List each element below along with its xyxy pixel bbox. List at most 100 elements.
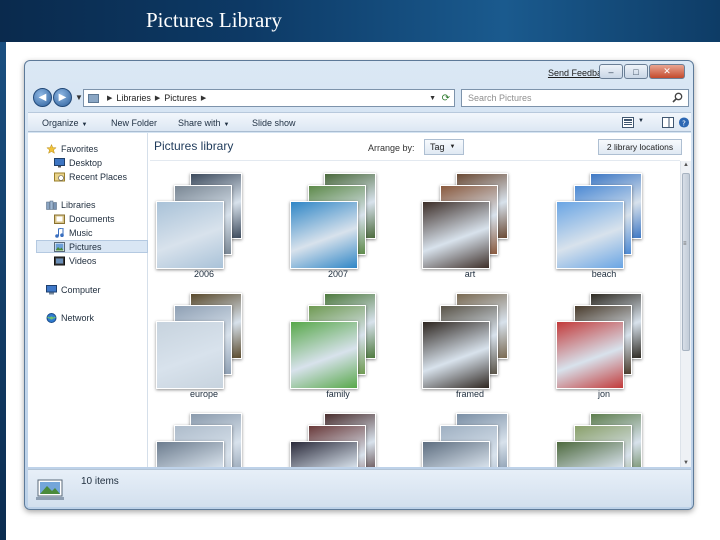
folder-label: 2006 [193, 269, 215, 279]
nav-item-libraries[interactable]: Libraries [46, 198, 146, 211]
address-bar[interactable]: ▶ Libraries ▶ Pictures ▶ ▼ ⟳ [83, 89, 455, 107]
breadcrumb-separator[interactable]: ▶ [107, 94, 112, 102]
folder-tile[interactable] [416, 413, 524, 467]
nav-label: Music [69, 227, 93, 238]
share-with-button[interactable]: Share with ▼ [178, 118, 229, 128]
photo-thumbnail [422, 201, 490, 269]
folder-tile[interactable]: 2007 [284, 173, 392, 285]
photo-thumbnail [556, 321, 624, 389]
close-button[interactable]: ✕ [649, 64, 685, 79]
slide-title: Pictures Library [146, 8, 282, 32]
folder-tile[interactable]: art [416, 173, 524, 285]
minimize-button[interactable]: – [599, 64, 623, 79]
nav-item-recent-places[interactable]: Recent Places [54, 170, 146, 183]
photo-thumbnail [156, 441, 224, 467]
navigation-pane: Favorites Desktop Recent Places Librarie… [28, 133, 148, 467]
folder-label: beach [591, 269, 617, 279]
library-locations-button[interactable]: 2 library locations [598, 139, 682, 155]
scroll-thumb[interactable] [682, 173, 690, 351]
music-icon [55, 227, 64, 238]
folder-tile[interactable] [150, 413, 258, 467]
pictures-icon [54, 241, 65, 252]
photo-thumbnail [422, 321, 490, 389]
slide-header: Pictures Library [0, 0, 720, 42]
nav-item-music[interactable]: Music [54, 226, 146, 239]
nav-item-computer[interactable]: Computer [46, 283, 146, 296]
nav-item-favorites[interactable]: Favorites [46, 142, 146, 155]
share-with-label: Share with [178, 118, 221, 128]
folder-tile[interactable]: jon [550, 293, 658, 405]
recent-places-icon [54, 172, 65, 181]
photo-thumbnail [290, 441, 358, 467]
forward-button[interactable]: ▶ [53, 88, 72, 107]
command-bar: Organize ▼ New Folder Share with ▼ Slide s… [28, 112, 691, 132]
search-icon[interactable] [672, 92, 683, 103]
refresh-icon[interactable]: ⟳ [442, 93, 450, 104]
nav-item-documents[interactable]: Documents [54, 212, 146, 225]
breadcrumb-separator[interactable]: ▶ [155, 94, 160, 102]
breadcrumb-libraries[interactable]: Libraries [116, 93, 151, 103]
nav-label: Documents [69, 213, 115, 224]
folder-label: framed [455, 389, 484, 399]
maximize-button[interactable]: □ [624, 64, 648, 79]
computer-icon [46, 284, 57, 294]
pictures-library-icon [36, 479, 64, 500]
photo-thumbnail [556, 201, 624, 269]
search-placeholder: Search Pictures [468, 93, 532, 103]
breadcrumb-separator[interactable]: ▶ [201, 94, 206, 102]
nav-label: Computer [61, 284, 101, 295]
organize-button[interactable]: Organize ▼ [42, 118, 87, 128]
chevron-down-icon: ▼ [223, 122, 230, 128]
scroll-down-arrow[interactable]: ▼ [683, 460, 689, 466]
folder-tile[interactable]: framed [416, 293, 524, 405]
breadcrumb-pictures[interactable]: Pictures [164, 93, 197, 103]
scroll-up-arrow[interactable]: ▲ [683, 162, 689, 168]
chevron-down-icon: ▼ [81, 122, 88, 128]
recent-pages-dropdown[interactable]: ▼ [75, 93, 83, 102]
view-options-icon[interactable] [622, 117, 634, 128]
folder-label: europe [189, 389, 219, 399]
arrange-by-label: Arrange by: [368, 143, 415, 153]
nav-label: Pictures [69, 241, 102, 252]
navigation-buttons: ◀ ▶ ▼ [33, 88, 83, 107]
vertical-scrollbar[interactable]: ▲ ≡ ▼ [680, 161, 691, 467]
window-controls: – □ ✕ [598, 64, 685, 79]
photo-thumbnail [156, 321, 224, 389]
photo-thumbnail [422, 441, 490, 467]
item-count: 10 items [81, 476, 119, 487]
folder-tile[interactable]: europe [150, 293, 258, 405]
photo-thumbnail [290, 321, 358, 389]
nav-item-pictures[interactable]: Pictures [36, 240, 148, 253]
file-list-pane: Pictures library Arrange by: Tag ▼ 2 lib… [150, 133, 691, 467]
folder-tile[interactable]: 2006 [150, 173, 258, 285]
nav-label: Recent Places [69, 171, 128, 182]
arrange-by-value: Tag [430, 142, 445, 152]
help-icon[interactable]: ? [678, 117, 690, 128]
search-input[interactable]: Search Pictures [461, 89, 689, 107]
back-button[interactable]: ◀ [33, 88, 52, 107]
folder-icon [88, 93, 99, 103]
folder-tile[interactable] [550, 413, 658, 467]
photo-thumbnail [290, 201, 358, 269]
nav-item-desktop[interactable]: Desktop [54, 156, 146, 169]
photo-thumbnail [156, 201, 224, 269]
libraries-icon [46, 200, 57, 210]
chevron-down-icon: ▼ [449, 144, 456, 150]
address-dropdown-button[interactable]: ▼ [429, 95, 436, 102]
nav-label: Desktop [69, 157, 103, 168]
folder-tile[interactable]: family [284, 293, 392, 405]
star-icon [46, 143, 57, 154]
folder-label: 2007 [327, 269, 349, 279]
documents-icon [54, 214, 65, 224]
nav-label: Libraries [61, 199, 96, 210]
arrange-by-dropdown[interactable]: Tag ▼ [424, 139, 464, 155]
views-dropdown[interactable]: ▼ [638, 118, 644, 124]
folder-tile[interactable] [284, 413, 392, 467]
preview-pane-icon[interactable] [662, 117, 674, 128]
nav-item-network[interactable]: Network [46, 311, 146, 324]
nav-item-videos[interactable]: Videos [54, 254, 146, 267]
new-folder-button[interactable]: New Folder [111, 118, 157, 128]
folder-tile[interactable]: beach [550, 173, 658, 285]
photo-thumbnail [556, 441, 624, 467]
slide-show-button[interactable]: Slide show [252, 118, 296, 128]
